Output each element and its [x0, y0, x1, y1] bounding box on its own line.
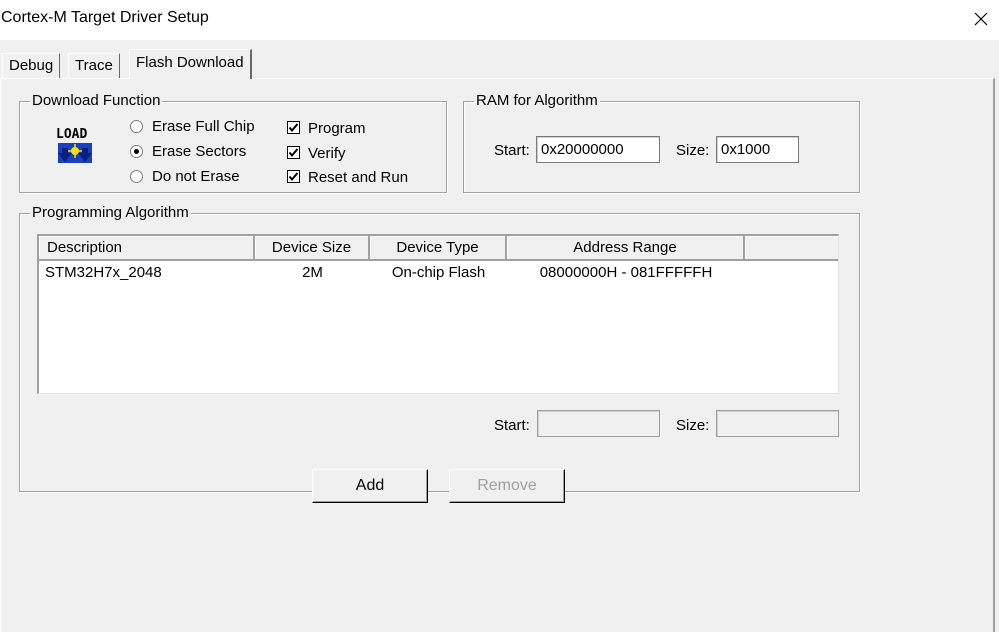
radio-erase-full-chip-indicator[interactable]	[130, 120, 143, 133]
checkbox-reset-and-run-label: Reset and Run	[308, 169, 409, 186]
dialog-client: Debug Trace Flash Download Download Func…	[0, 40, 999, 632]
tab-debug[interactable]: Debug	[2, 53, 61, 79]
checkbox-program-box[interactable]	[287, 121, 300, 134]
window-title: Cortex-M Target Driver Setup	[1, 9, 209, 26]
load-icon: LOAD	[56, 127, 92, 163]
close-button[interactable]	[962, 0, 999, 38]
column-header-device-type-label: Device Type	[396, 239, 479, 256]
tab-flash-download-label: Flash Download	[136, 54, 244, 71]
row-device-type: On-chip Flash	[391, 264, 486, 281]
checkmark-icon	[288, 148, 299, 158]
column-header-device-type[interactable]: Device Type	[370, 236, 507, 261]
svg-text:LOAD: LOAD	[56, 127, 87, 142]
tab-trace-label: Trace	[75, 57, 113, 74]
checkbox-verify-label: Verify	[308, 145, 346, 162]
tab-flash-download[interactable]: Flash Download	[129, 49, 252, 79]
checkbox-program-label: Program	[308, 120, 366, 137]
title-bar: Cortex-M Target Driver Setup	[0, 0, 999, 40]
download-function-title: Download Function	[30, 92, 163, 110]
ram-size-label: Size:	[676, 142, 710, 159]
column-header-description[interactable]: Description	[39, 236, 255, 261]
column-header-address-range-label: Address Range	[573, 239, 677, 256]
row-description: STM32H7x_2048	[45, 264, 162, 281]
radio-do-not-erase-label: Do not Erase	[152, 168, 240, 185]
tab-trace[interactable]: Trace	[68, 53, 120, 79]
ram-start-label: Start:	[494, 142, 530, 159]
ram-for-algorithm-title: RAM for Algorithm	[474, 92, 600, 110]
column-header-description-label: Description	[47, 239, 123, 256]
ram-start-input[interactable]: 0x20000000	[536, 136, 660, 163]
algorithm-start-input[interactable]	[537, 410, 660, 437]
radio-erase-full-chip-label: Erase Full Chip	[152, 118, 255, 135]
programming-algorithm-title: Programming Algorithm	[30, 204, 191, 222]
ram-size-input[interactable]: 0x1000	[716, 136, 799, 163]
checkmark-icon	[288, 172, 299, 182]
radio-erase-sectors-label: Erase Sectors	[152, 143, 247, 160]
column-header-device-size[interactable]: Device Size	[255, 236, 370, 261]
tab-debug-label: Debug	[9, 57, 54, 74]
algorithm-size-input[interactable]	[716, 410, 839, 437]
checkbox-reset-and-run-box[interactable]	[287, 170, 300, 183]
close-icon	[974, 12, 987, 26]
radio-erase-sectors-indicator[interactable]	[130, 145, 143, 158]
checkmark-icon	[288, 123, 299, 133]
column-header-device-size-label: Device Size	[271, 239, 352, 256]
download-function-group: Download Function LOAD Erase Full Chip E…	[19, 92, 447, 193]
radio-do-not-erase-indicator[interactable]	[130, 170, 143, 183]
remove-button[interactable]: Remove	[449, 469, 565, 503]
ram-for-algorithm-group: RAM for Algorithm Start: 0x20000000 Size…	[463, 92, 860, 193]
row-address-range: 08000000H - 081FFFFFH	[539, 264, 713, 281]
column-header-address-range[interactable]: Address Range	[507, 236, 745, 261]
column-header-empty	[745, 236, 838, 261]
add-button[interactable]: Add	[312, 469, 428, 503]
algorithm-list[interactable]: Description Device Size Device Type Addr…	[37, 234, 839, 394]
checkbox-verify-box[interactable]	[287, 146, 300, 159]
row-device-size: 2M	[302, 264, 323, 281]
algorithm-start-label: Start:	[494, 417, 530, 434]
algorithm-size-label: Size:	[676, 417, 710, 434]
